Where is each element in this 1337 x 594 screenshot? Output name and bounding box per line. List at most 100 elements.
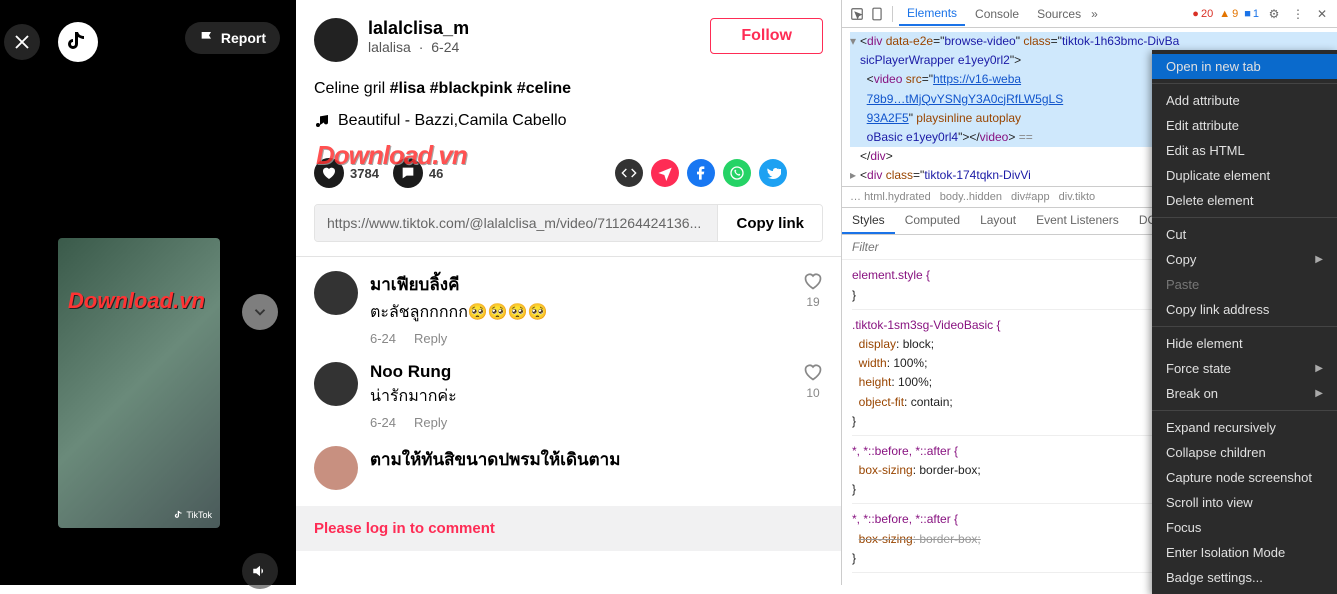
error-badge[interactable]: ●20 [1192, 8, 1213, 20]
ctx-force-state[interactable]: Force state▶ [1152, 356, 1337, 381]
close-button[interactable] [4, 24, 40, 60]
author-username[interactable]: lalalclisa_m [368, 18, 700, 39]
warning-badge[interactable]: ▲9 [1219, 8, 1238, 20]
volume-icon [251, 562, 269, 580]
elements-tab[interactable]: Elements [899, 2, 965, 26]
music-link[interactable]: Beautiful - Bazzi,Camila Cabello [314, 112, 823, 130]
ctx-focus[interactable]: Focus [1152, 515, 1337, 540]
whatsapp-share[interactable] [723, 159, 751, 187]
ctx-expand[interactable]: Expand recursively [1152, 415, 1337, 440]
commenter-name[interactable]: Noo Rung [370, 362, 791, 382]
ctx-duplicate[interactable]: Duplicate element [1152, 163, 1337, 188]
close-devtools-icon[interactable]: ✕ [1313, 5, 1331, 23]
ctx-open-new-tab[interactable]: Open in new tab [1152, 54, 1337, 79]
ctx-hide[interactable]: Hide element [1152, 331, 1337, 356]
video-panel: Report TikTok [0, 0, 296, 585]
context-menu: Open in new tab Add attribute Edit attri… [1152, 50, 1337, 594]
hashtag[interactable]: #celine [517, 80, 571, 97]
ctx-badge[interactable]: Badge settings... [1152, 565, 1337, 590]
twitter-icon [765, 165, 781, 181]
comment-item: Noo Rung น่ารักมากค่ะ 6-24 Reply 10 [314, 362, 823, 430]
divider [296, 256, 841, 257]
tiktok-watermark: TikTok [174, 510, 212, 520]
ctx-copy-link[interactable]: Copy link address [1152, 297, 1337, 322]
comment-likes: 19 [806, 295, 819, 309]
sources-tab[interactable]: Sources [1029, 3, 1089, 25]
report-label: Report [221, 30, 266, 46]
info-panel: lalalclisa_m lalalisa · 6-24 Follow Celi… [296, 0, 841, 585]
commenter-avatar[interactable] [314, 446, 358, 490]
facebook-share[interactable] [687, 159, 715, 187]
computed-tab[interactable]: Computed [895, 208, 970, 234]
video-player[interactable]: TikTok [58, 238, 220, 528]
tiktok-icon [66, 30, 90, 54]
commenter-avatar[interactable] [314, 362, 358, 406]
devtools-toolbar: Elements Console Sources » ●20 ▲9 ■1 ⚙ ⋮… [842, 0, 1337, 28]
reply-button[interactable]: Reply [414, 331, 447, 346]
hashtag[interactable]: #lisa [390, 80, 426, 97]
send-icon [657, 165, 673, 181]
ctx-cut[interactable]: Cut [1152, 222, 1337, 247]
hashtag[interactable]: #blackpink [430, 80, 513, 97]
settings-icon[interactable]: ⚙ [1265, 5, 1283, 23]
ctx-add-attr[interactable]: Add attribute [1152, 88, 1337, 113]
chevron-down-icon [251, 303, 269, 321]
mute-button[interactable] [242, 553, 278, 589]
styles-tab[interactable]: Styles [842, 208, 895, 234]
commenter-name[interactable]: ตามให้ทันสิขนาดปพรมให้เดินตาม [370, 446, 823, 473]
ctx-scroll[interactable]: Scroll into view [1152, 490, 1337, 515]
devtools-panel: Elements Console Sources » ●20 ▲9 ■1 ⚙ ⋮… [841, 0, 1337, 585]
copy-link-button[interactable]: Copy link [717, 205, 822, 241]
post-date: 6-24 [431, 39, 459, 55]
next-video-button[interactable] [242, 294, 278, 330]
close-icon [13, 33, 31, 51]
ctx-edit-html[interactable]: Edit as HTML [1152, 138, 1337, 163]
ctx-paste: Paste [1152, 272, 1337, 297]
heart-outline-icon[interactable] [803, 362, 823, 382]
comment-date: 6-24 [370, 331, 396, 346]
reply-button[interactable]: Reply [414, 415, 447, 430]
flag-icon [199, 30, 215, 46]
device-icon[interactable] [868, 5, 886, 23]
ctx-delete[interactable]: Delete element [1152, 188, 1337, 213]
facebook-icon [693, 165, 709, 181]
code-icon [621, 165, 637, 181]
author-avatar[interactable] [314, 18, 358, 62]
watermark-text: Download.vn [316, 140, 467, 171]
commenter-avatar[interactable] [314, 271, 358, 315]
comment-item: มาเฟียบลิ้งคี ตะลัชลูกกกกก🥺🥺🥺🥺 6-24 Reply… [314, 271, 823, 346]
caption: Celine gril #lisa #blackpink #celine [314, 80, 823, 98]
follow-button[interactable]: Follow [710, 18, 823, 54]
ctx-isolation[interactable]: Enter Isolation Mode [1152, 540, 1337, 565]
ctx-edit-attr[interactable]: Edit attribute [1152, 113, 1337, 138]
tiktok-logo[interactable] [58, 22, 98, 62]
events-tab[interactable]: Event Listeners [1026, 208, 1129, 234]
ctx-copy[interactable]: Copy▶ [1152, 247, 1337, 272]
twitter-share[interactable] [759, 159, 787, 187]
comment-text: น่ารักมากค่ะ [370, 384, 791, 409]
info-badge[interactable]: ■1 [1244, 8, 1259, 20]
commenter-name[interactable]: มาเฟียบลิ้งคี [370, 271, 791, 298]
comment-date: 6-24 [370, 415, 396, 430]
ctx-collapse[interactable]: Collapse children [1152, 440, 1337, 465]
send-button[interactable] [651, 159, 679, 187]
author-displayname: lalalisa [368, 39, 411, 55]
console-tab[interactable]: Console [967, 3, 1027, 25]
ctx-capture[interactable]: Capture node screenshot [1152, 465, 1337, 490]
heart-outline-icon[interactable] [803, 271, 823, 291]
music-icon [314, 113, 330, 129]
comments-list: มาเฟียบลิ้งคี ตะลัชลูกกกกก🥺🥺🥺🥺 6-24 Reply… [314, 271, 823, 490]
layout-tab[interactable]: Layout [970, 208, 1026, 234]
video-url-input[interactable] [315, 205, 717, 241]
more-icon[interactable]: ⋮ [1289, 5, 1307, 23]
share-more-button[interactable] [795, 159, 823, 187]
report-button[interactable]: Report [185, 22, 280, 54]
embed-button[interactable] [615, 159, 643, 187]
comment-likes: 10 [806, 386, 819, 400]
inspect-icon[interactable] [848, 5, 866, 23]
share-icon [801, 165, 817, 181]
ctx-break-on[interactable]: Break on▶ [1152, 381, 1337, 406]
whatsapp-icon [729, 165, 745, 181]
comment-text: ตะลัชลูกกกกก🥺🥺🥺🥺 [370, 300, 791, 325]
login-prompt[interactable]: Please log in to comment [296, 506, 841, 551]
